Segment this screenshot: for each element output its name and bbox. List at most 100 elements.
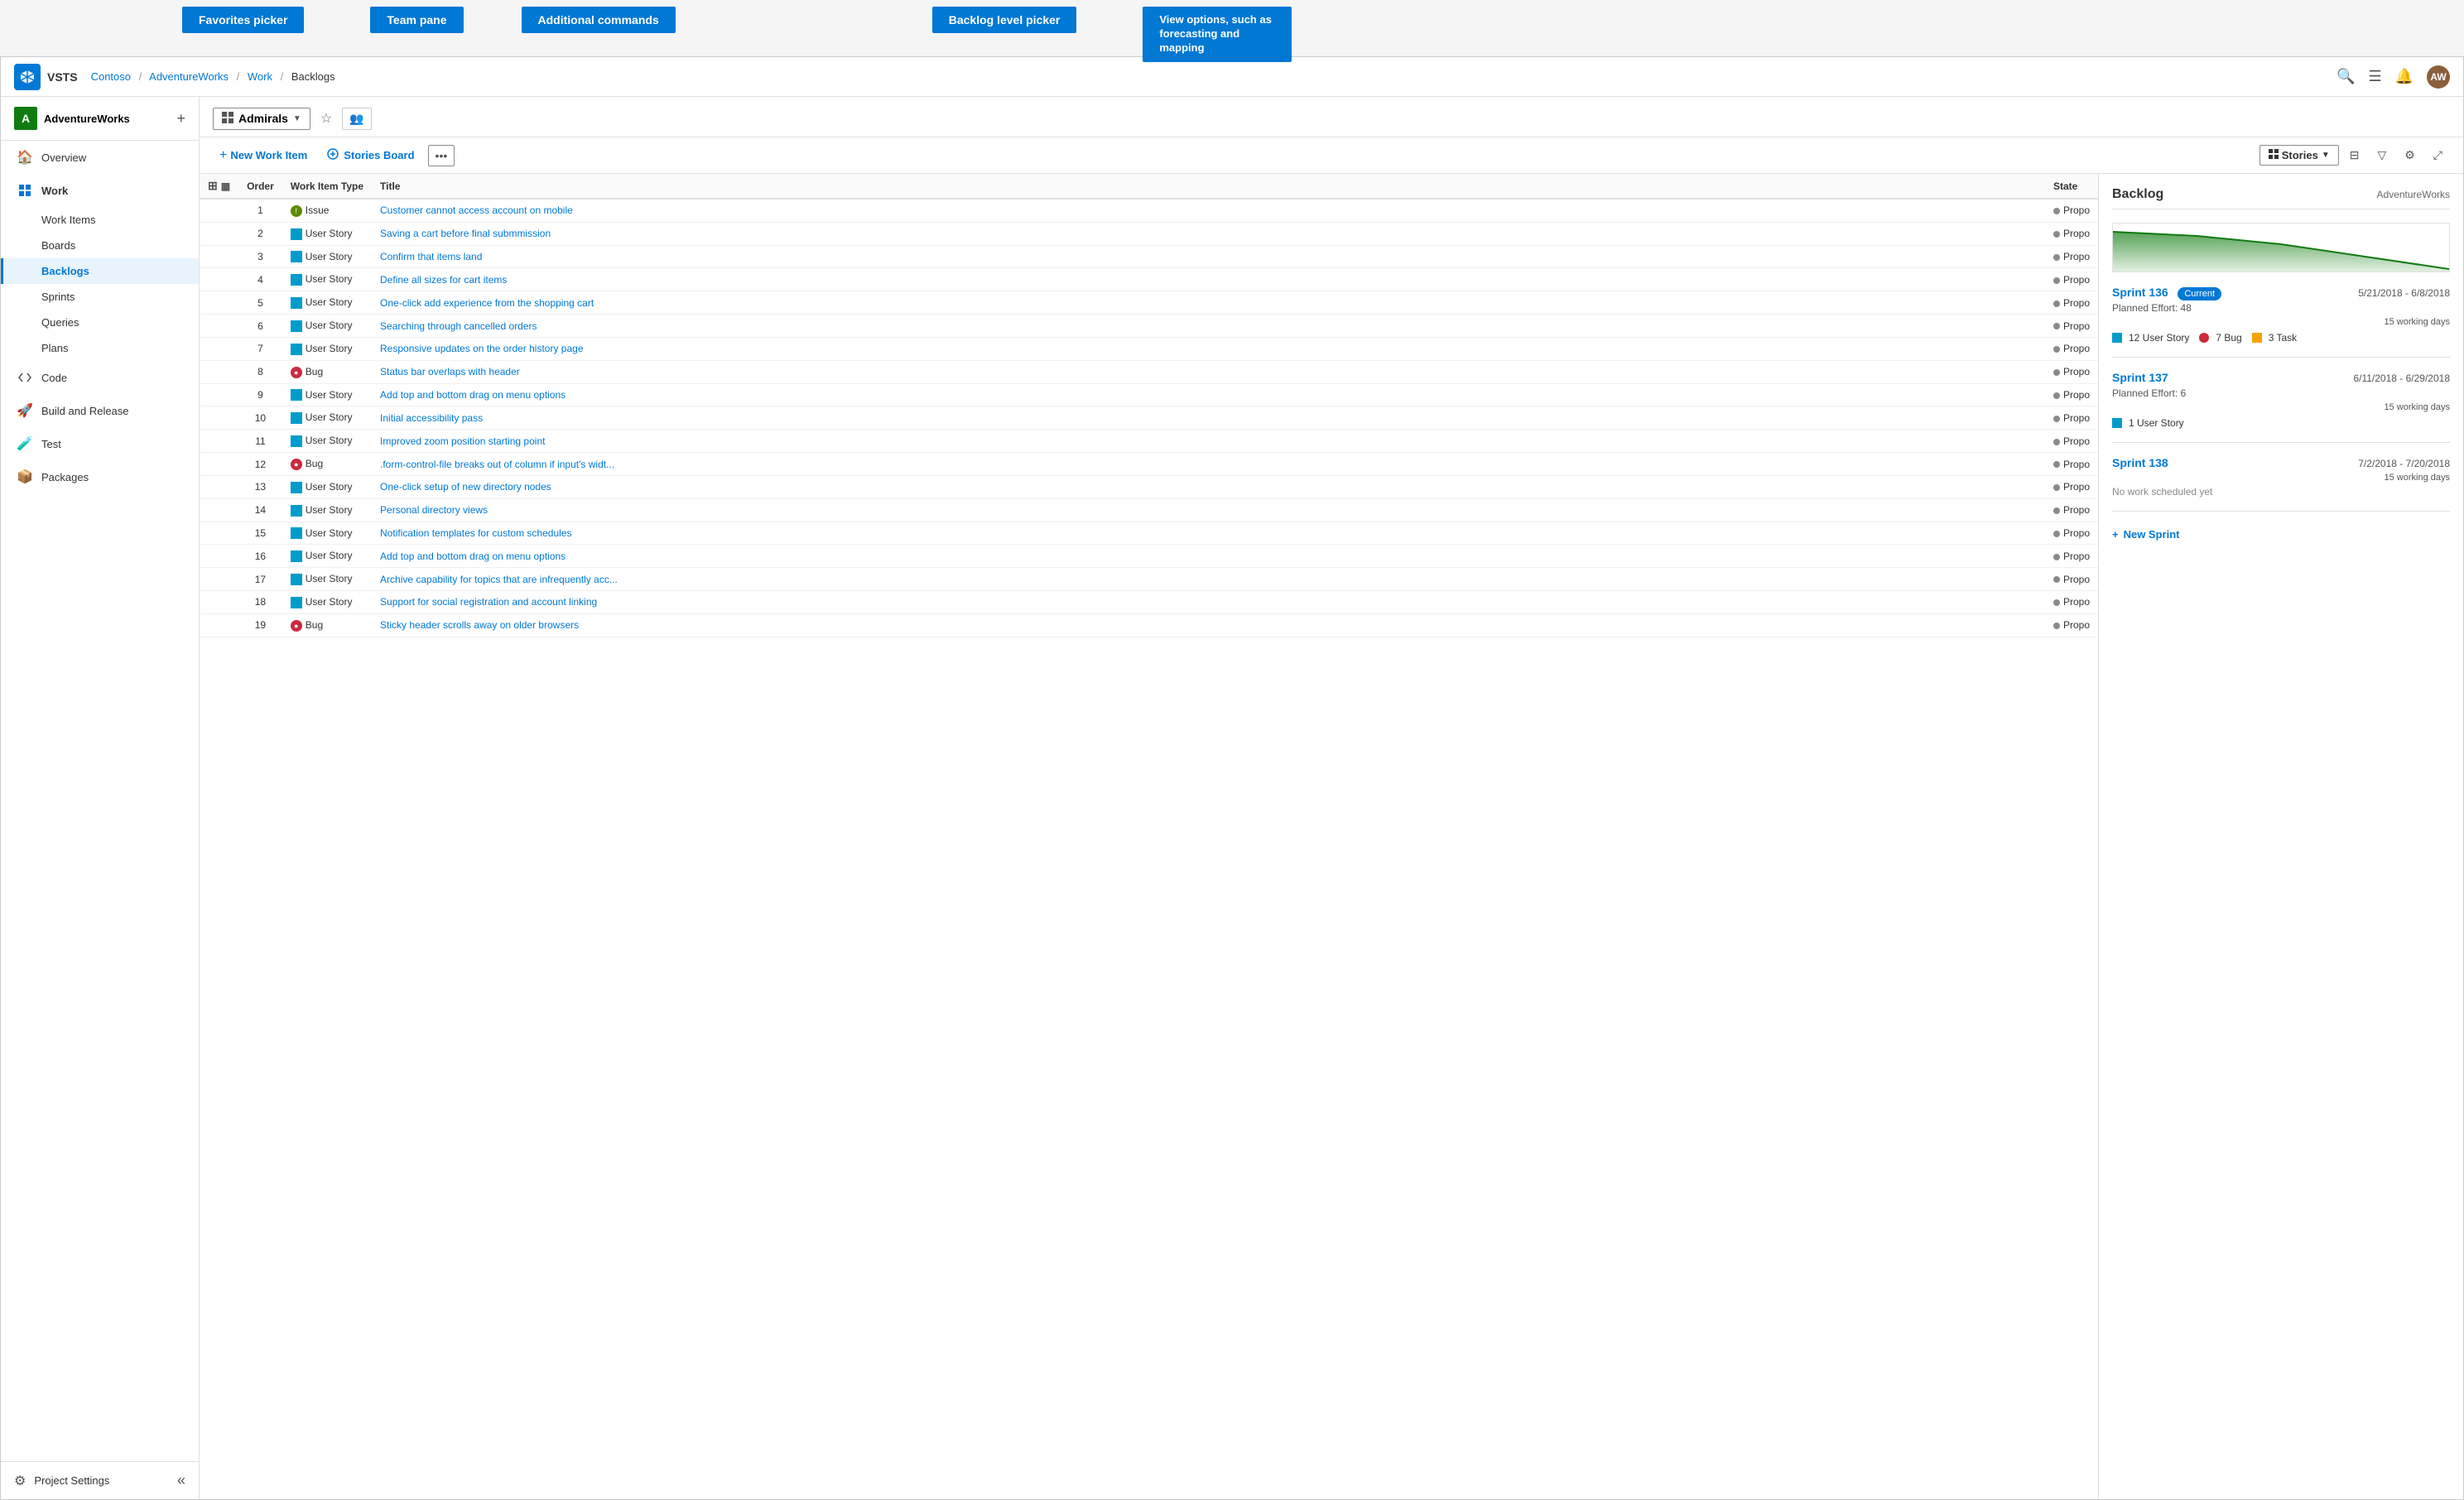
search-icon[interactable]: 🔍 — [2336, 68, 2355, 85]
table-row[interactable]: 9 User Story Add top and bottom drag on … — [200, 383, 2098, 406]
cell-title[interactable]: One-click setup of new directory nodes — [372, 475, 2045, 498]
cell-expand[interactable] — [200, 613, 238, 637]
sidebar-item-plans[interactable]: Plans — [39, 335, 199, 361]
cell-title[interactable]: Responsive updates on the order history … — [372, 337, 2045, 360]
cell-expand[interactable] — [200, 545, 238, 568]
cell-expand[interactable] — [200, 222, 238, 245]
sidebar-item-boards[interactable]: Boards — [39, 233, 199, 258]
cell-expand[interactable] — [200, 522, 238, 545]
table-row[interactable]: 2 User Story Saving a cart before final … — [200, 222, 2098, 245]
filter-button[interactable]: ▽ — [2370, 144, 2394, 166]
sidebar-item-work[interactable]: Work — [1, 174, 199, 207]
table-row[interactable]: 15 User Story Notification templates for… — [200, 522, 2098, 545]
cell-expand[interactable] — [200, 199, 238, 222]
table-row[interactable]: 11 User Story Improved zoom position sta… — [200, 430, 2098, 453]
table-row[interactable]: 5 User Story One-click add experience fr… — [200, 291, 2098, 315]
additional-commands-btn[interactable]: Additional commands — [522, 7, 676, 33]
th-title[interactable]: Title — [372, 174, 2045, 199]
th-type[interactable]: Work Item Type — [282, 174, 372, 199]
cell-title[interactable]: Define all sizes for cart items — [372, 268, 2045, 291]
collapse-icon[interactable]: « — [177, 1472, 185, 1489]
list-icon[interactable]: ☰ — [2368, 68, 2381, 85]
cell-title[interactable]: Initial accessibility pass — [372, 406, 2045, 430]
sidebar-item-backlogs[interactable]: Backlogs — [1, 258, 199, 284]
cell-expand[interactable] — [200, 291, 238, 315]
breadcrumb-contoso[interactable]: Contoso — [91, 70, 131, 83]
backlog-level-picker-btn[interactable]: Backlog level picker — [932, 7, 1077, 33]
table-row[interactable]: 3 User Story Confirm that items land Pro… — [200, 245, 2098, 268]
new-work-item-button[interactable]: + New Work Item — [213, 145, 314, 166]
expand-col-icon[interactable]: ⊞ — [208, 179, 218, 193]
expand-button[interactable]: ⤢ — [2426, 144, 2450, 166]
members-button[interactable]: 👥 — [342, 108, 371, 130]
cell-expand[interactable] — [200, 498, 238, 522]
table-row[interactable]: 14 User Story Personal directory views P… — [200, 498, 2098, 522]
cell-title[interactable]: Notification templates for custom schedu… — [372, 522, 2045, 545]
sidebar-item-build-release[interactable]: 🚀 Build and Release — [1, 394, 199, 427]
table-row[interactable]: 18 User Story Support for social registr… — [200, 591, 2098, 614]
sidebar-item-code[interactable]: Code — [1, 361, 199, 394]
add-project-icon[interactable]: + — [176, 110, 185, 127]
cell-expand[interactable] — [200, 268, 238, 291]
cell-title[interactable]: Support for social registration and acco… — [372, 591, 2045, 614]
th-state[interactable]: State — [2045, 174, 2098, 199]
cell-title[interactable]: Sticky header scrolls away on older brow… — [372, 613, 2045, 637]
cell-expand[interactable] — [200, 568, 238, 591]
table-row[interactable]: 4 User Story Define all sizes for cart i… — [200, 268, 2098, 291]
cell-expand[interactable] — [200, 406, 238, 430]
breadcrumb-work[interactable]: Work — [248, 70, 272, 83]
breadcrumb-adventureworks[interactable]: AdventureWorks — [149, 70, 229, 83]
team-pane-btn[interactable]: Team pane — [370, 7, 463, 33]
more-options-button[interactable]: ••• — [428, 145, 455, 166]
cell-title[interactable]: Personal directory views — [372, 498, 2045, 522]
bell-icon[interactable]: 🔔 — [2395, 68, 2413, 85]
cell-title[interactable]: Archive capability for topics that are i… — [372, 568, 2045, 591]
cell-title[interactable]: Add top and bottom drag on menu options — [372, 383, 2045, 406]
table-row[interactable]: 6 User Story Searching through cancelled… — [200, 315, 2098, 338]
cell-title[interactable]: Searching through cancelled orders — [372, 315, 2045, 338]
cell-expand[interactable] — [200, 337, 238, 360]
sidebar-item-work-items[interactable]: Work Items — [39, 207, 199, 233]
table-row[interactable]: 19 ●Bug Sticky header scrolls away on ol… — [200, 613, 2098, 637]
sidebar-item-sprints[interactable]: Sprints — [39, 284, 199, 310]
cell-expand[interactable] — [200, 360, 238, 383]
table-row[interactable]: 17 User Story Archive capability for top… — [200, 568, 2098, 591]
table-row[interactable]: 7 User Story Responsive updates on the o… — [200, 337, 2098, 360]
table-row[interactable]: 1 !Issue Customer cannot access account … — [200, 199, 2098, 222]
cell-title[interactable]: Add top and bottom drag on menu options — [372, 545, 2045, 568]
cell-expand[interactable] — [200, 383, 238, 406]
view-options-button[interactable]: ⊟ — [2342, 144, 2367, 166]
sidebar-item-queries[interactable]: Queries — [39, 310, 199, 335]
settings-button[interactable]: ⚙ — [2397, 144, 2423, 166]
cell-title[interactable]: Status bar overlaps with header — [372, 360, 2045, 383]
cell-expand[interactable] — [200, 475, 238, 498]
user-avatar[interactable]: AW — [2427, 65, 2450, 89]
sidebar-item-test[interactable]: 🧪 Test — [1, 427, 199, 460]
cell-expand[interactable] — [200, 315, 238, 338]
cell-title[interactable]: Confirm that items land — [372, 245, 2045, 268]
stories-board-button[interactable]: Stories Board — [320, 145, 421, 166]
new-sprint-button[interactable]: + New Sprint — [2112, 525, 2180, 544]
app-logo[interactable] — [14, 64, 41, 90]
cell-expand[interactable] — [200, 245, 238, 268]
table-row[interactable]: 16 User Story Add top and bottom drag on… — [200, 545, 2098, 568]
sidebar-item-packages[interactable]: 📦 Packages — [1, 460, 199, 493]
cell-expand[interactable] — [200, 430, 238, 453]
cell-title[interactable]: Improved zoom position starting point — [372, 430, 2045, 453]
cell-title[interactable]: .form-control-file breaks out of column … — [372, 453, 2045, 476]
sidebar-footer[interactable]: ⚙ Project Settings « — [1, 1461, 199, 1499]
table-row[interactable]: 13 User Story One-click setup of new dir… — [200, 475, 2098, 498]
cell-expand[interactable] — [200, 453, 238, 476]
th-order[interactable]: Order — [238, 174, 282, 199]
cell-title[interactable]: One-click add experience from the shoppi… — [372, 291, 2045, 315]
cell-expand[interactable] — [200, 591, 238, 614]
favorites-picker-btn[interactable]: Favorites picker — [182, 7, 304, 33]
sprint-name[interactable]: Sprint 137 — [2112, 371, 2168, 384]
sprint-name[interactable]: Sprint 138 — [2112, 456, 2168, 469]
sidebar-item-overview[interactable]: 🏠 Overview — [1, 141, 199, 174]
team-selector[interactable]: Admirals ▼ — [213, 108, 310, 130]
favorites-star-icon[interactable]: ☆ — [317, 107, 335, 130]
table-row[interactable]: 8 ●Bug Status bar overlaps with header P… — [200, 360, 2098, 383]
sprint-name[interactable]: Sprint 136 Current — [2112, 286, 2221, 299]
cell-title[interactable]: Customer cannot access account on mobile — [372, 199, 2045, 222]
